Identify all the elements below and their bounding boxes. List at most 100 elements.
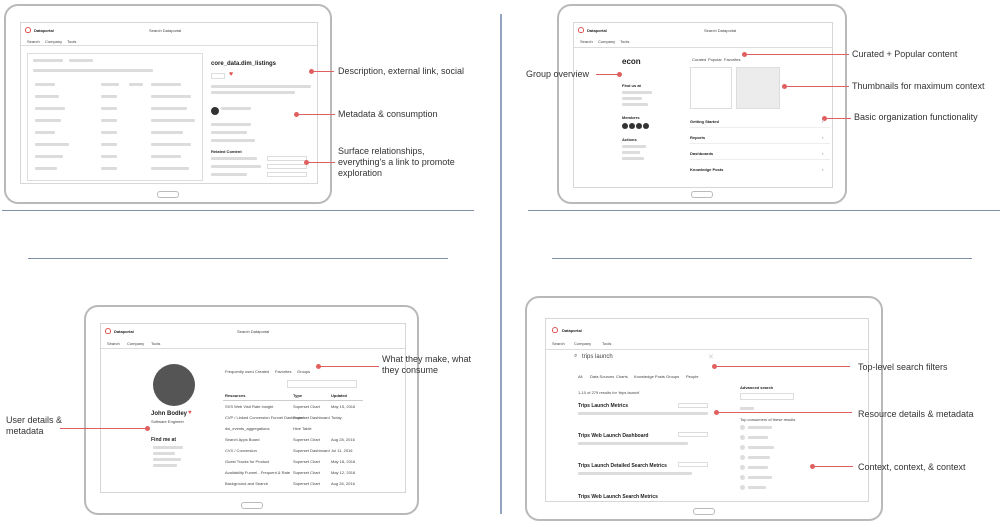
annotation-metadata: Metadata & consumption bbox=[338, 109, 438, 119]
screen-group-overview: Dataportal Search Dataportal Search Comp… bbox=[573, 22, 833, 188]
section-knowledge-posts[interactable]: Knowledge Posts bbox=[690, 167, 723, 172]
tab-tools[interactable]: Tools bbox=[67, 39, 76, 44]
filter-input[interactable] bbox=[287, 380, 357, 388]
clear-icon[interactable]: ✕ bbox=[708, 353, 714, 361]
home-button[interactable] bbox=[691, 191, 713, 198]
home-button[interactable] bbox=[157, 191, 179, 198]
tab-tools[interactable]: Tools bbox=[602, 341, 611, 346]
divider-mid-left bbox=[28, 258, 448, 259]
chevron-right-icon[interactable]: › bbox=[822, 135, 823, 140]
heart-icon[interactable]: ♥ bbox=[229, 71, 233, 78]
tab-search[interactable]: Search bbox=[552, 341, 565, 346]
chevron-right-icon[interactable]: › bbox=[822, 167, 823, 172]
chevron-right-icon[interactable]: › bbox=[822, 151, 823, 156]
members-label: Members bbox=[622, 115, 640, 120]
annotation-search-filters: Top-level search filters bbox=[858, 362, 948, 372]
search-query-input[interactable]: trips launch bbox=[582, 354, 613, 360]
search-icon: ⌕ bbox=[574, 353, 578, 359]
search-input[interactable]: Search Dataportal bbox=[237, 329, 269, 334]
section-reports[interactable]: Reports bbox=[690, 135, 705, 140]
airbnb-logo-icon bbox=[578, 27, 584, 33]
thumbnail-2[interactable] bbox=[736, 67, 780, 109]
section-getting-started[interactable]: Getting Started bbox=[690, 119, 719, 124]
airbnb-logo-icon bbox=[552, 327, 558, 333]
tab-tools[interactable]: Tools bbox=[151, 341, 160, 346]
tab-company[interactable]: Company bbox=[574, 341, 591, 346]
annotation-group-overview: Group overview bbox=[526, 69, 590, 79]
home-button[interactable] bbox=[693, 508, 715, 515]
find-us-label: Find us at bbox=[622, 83, 641, 88]
screen-user-profile: Dataportal Search Dataportal Search Comp… bbox=[100, 323, 406, 493]
app-name: Dataportal bbox=[562, 328, 582, 333]
related-content-label: Related Content bbox=[211, 149, 242, 154]
annotation-make-consume: What they make, what they consume bbox=[382, 354, 472, 375]
tab-search[interactable]: Search bbox=[580, 39, 593, 44]
tab-frequently-used[interactable]: Frequently used bbox=[225, 369, 254, 374]
tablet-table-detail: Dataportal Search Dataportal Search Comp… bbox=[4, 4, 332, 204]
user-name: John Bodley bbox=[151, 411, 188, 417]
search-input[interactable]: Search Dataportal bbox=[149, 28, 181, 33]
app-name: Dataportal bbox=[587, 28, 607, 33]
result-title[interactable]: Trips Launch Detailed Search Metrics bbox=[578, 463, 667, 469]
tablet-user-profile: Dataportal Search Dataportal Search Comp… bbox=[84, 305, 419, 515]
filter-people[interactable]: People bbox=[686, 374, 698, 379]
app-name: Dataportal bbox=[114, 329, 134, 334]
heart-icon[interactable]: ♥ bbox=[188, 410, 192, 416]
tab-search[interactable]: Search bbox=[107, 341, 120, 346]
owner-avatar bbox=[211, 107, 219, 115]
vertical-divider bbox=[500, 14, 502, 514]
thumbnail-1[interactable] bbox=[690, 67, 732, 109]
divider-top-right bbox=[528, 210, 1000, 211]
col-type: Type bbox=[293, 393, 303, 398]
consumers-title: Top consumers of these results bbox=[740, 417, 796, 422]
col-updated: Updated bbox=[331, 393, 347, 398]
screen-table-detail: Dataportal Search Dataportal Search Comp… bbox=[20, 22, 318, 184]
divider-top-left bbox=[2, 210, 474, 211]
advanced-search-title: Advanced search bbox=[740, 385, 774, 390]
filter-groups[interactable]: Groups bbox=[666, 374, 679, 379]
tab-company[interactable]: Company bbox=[45, 39, 62, 44]
find-me-label: Find me at bbox=[151, 437, 177, 443]
app-name: Dataportal bbox=[34, 28, 54, 33]
col-resources: Resources bbox=[225, 393, 246, 398]
user-avatar bbox=[153, 364, 195, 406]
tablet-group-overview: Dataportal Search Dataportal Search Comp… bbox=[557, 4, 847, 204]
tablet-search-results: Dataportal Search Company Tools ⌕ trips … bbox=[525, 296, 883, 521]
airbnb-logo-icon bbox=[25, 27, 31, 33]
tab-favorites[interactable]: Favorites bbox=[275, 369, 291, 374]
annotation-description: Description, external link, social bbox=[338, 66, 465, 76]
result-title[interactable]: Trips Web Launch Dashboard bbox=[578, 433, 648, 439]
tab-groups[interactable]: Groups bbox=[297, 369, 310, 374]
search-input[interactable]: Search Dataportal bbox=[704, 28, 736, 33]
tab-company[interactable]: Company bbox=[127, 341, 144, 346]
tab-tools[interactable]: Tools bbox=[620, 39, 629, 44]
tab-popular[interactable]: Popular bbox=[708, 57, 722, 62]
tab-curated[interactable]: Curated bbox=[692, 57, 706, 62]
result-title[interactable]: Trips Launch Metrics bbox=[578, 403, 628, 409]
group-name: econ bbox=[622, 57, 641, 66]
user-title: Software Engineer bbox=[151, 419, 184, 424]
filter-knowledge-posts[interactable]: Knowledge Posts bbox=[634, 374, 665, 379]
screen-search-results: Dataportal Search Company Tools ⌕ trips … bbox=[545, 318, 869, 502]
filter-charts[interactable]: Charts bbox=[616, 374, 628, 379]
tab-search[interactable]: Search bbox=[27, 39, 40, 44]
table-title: core_data.dim_listings bbox=[211, 61, 277, 67]
annotation-relationships: Surface relationships, everything's a li… bbox=[338, 146, 455, 178]
divider-mid-right bbox=[552, 258, 972, 259]
schema-panel bbox=[27, 53, 203, 181]
actions-label: Actions bbox=[622, 137, 637, 142]
tab-created[interactable]: Created bbox=[255, 369, 269, 374]
results-count: 1-10 of 279 results for 'trips launch' bbox=[578, 390, 641, 395]
filter-data-sources[interactable]: Data Sources bbox=[590, 374, 614, 379]
tab-company[interactable]: Company bbox=[598, 39, 615, 44]
home-button[interactable] bbox=[240, 502, 263, 509]
annotation-organization: Basic organization functionality bbox=[854, 112, 978, 122]
tab-favorites[interactable]: Favorites bbox=[724, 57, 740, 62]
airbnb-logo-icon bbox=[105, 328, 111, 334]
result-title[interactable]: Trips Web Launch Search Metrics bbox=[578, 494, 658, 500]
annotation-thumbnails: Thumbnails for maximum context bbox=[852, 81, 985, 91]
section-dashboards[interactable]: Dashboards bbox=[690, 151, 713, 156]
filter-all[interactable]: All bbox=[578, 374, 582, 379]
annotation-resource-details: Resource details & metadata bbox=[858, 409, 974, 419]
annotation-curated-popular: Curated + Popular content bbox=[852, 49, 958, 59]
